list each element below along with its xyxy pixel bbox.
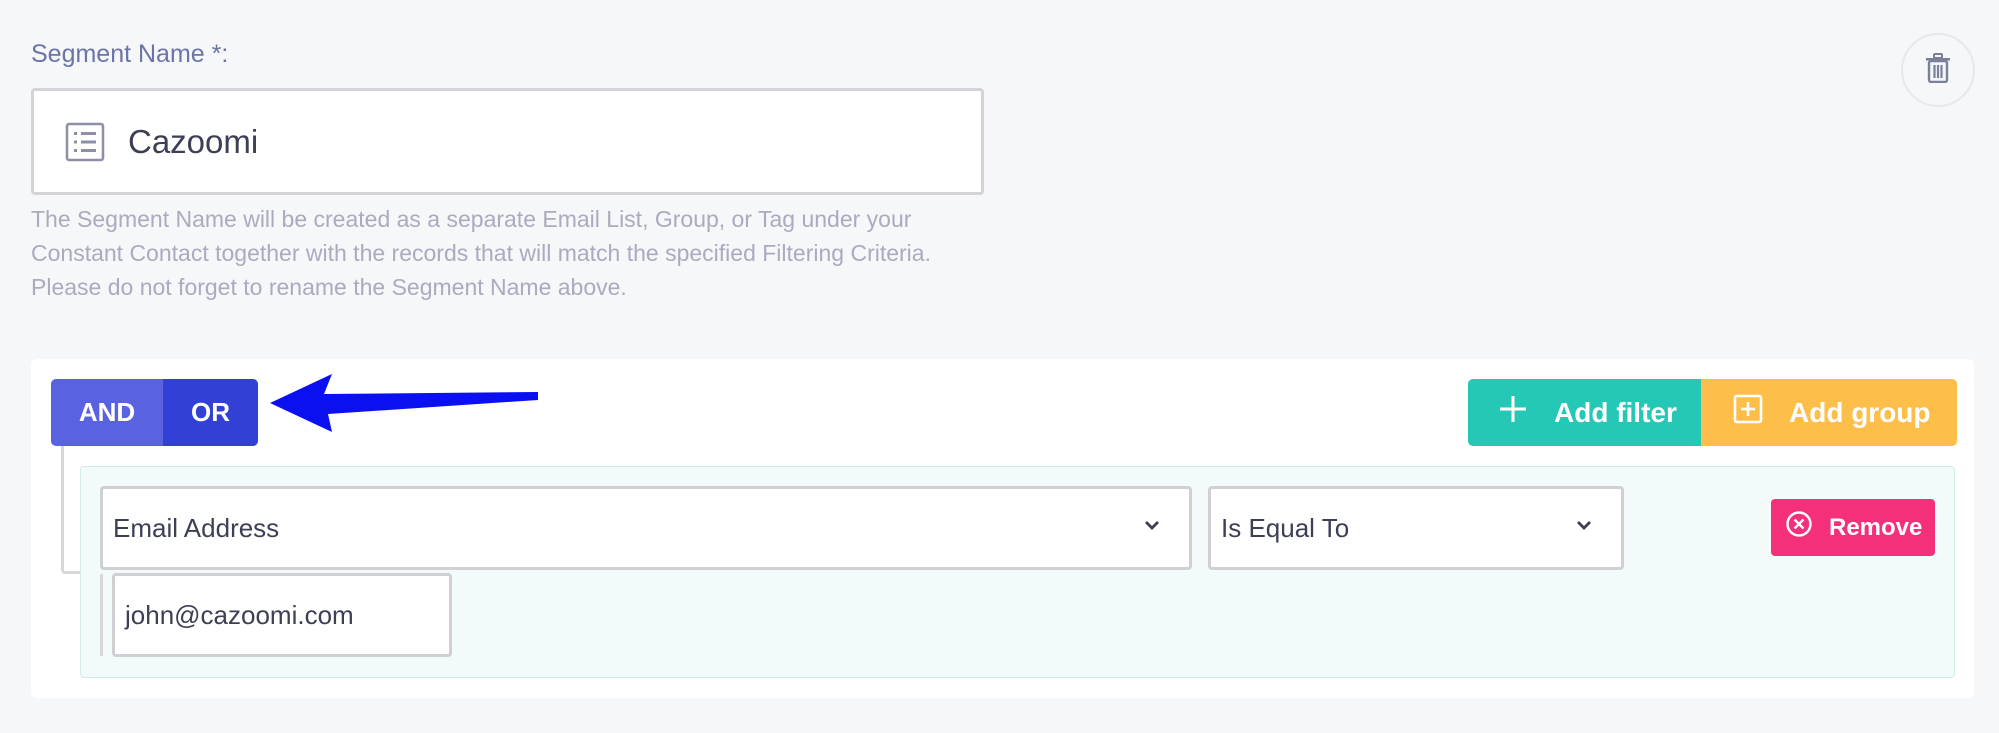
filter-actions: Add filter Add group xyxy=(1468,379,1957,446)
list-icon xyxy=(64,121,106,163)
segment-name-label: Segment Name *: xyxy=(31,40,229,68)
or-button[interactable]: OR xyxy=(163,379,258,446)
segment-editor: Segment Name *: Cazoomi The Segment Name… xyxy=(0,0,1999,733)
add-filter-button[interactable]: Add filter xyxy=(1468,379,1701,446)
field-select-value: Email Address xyxy=(113,512,280,543)
add-group-label: Add group xyxy=(1789,396,1931,428)
trash-icon xyxy=(1925,52,1951,88)
filter-value-text: john@cazoomi.com xyxy=(125,599,354,630)
delete-segment-button[interactable] xyxy=(1901,33,1975,107)
arrow-annotation xyxy=(270,374,538,432)
filter-value-input[interactable]: john@cazoomi.com xyxy=(112,573,452,657)
add-group-button[interactable]: Add group xyxy=(1701,379,1957,446)
x-circle-icon xyxy=(1785,510,1829,545)
chevron-down-icon xyxy=(1575,519,1593,531)
plus-square-icon xyxy=(1733,394,1789,431)
segment-name-input[interactable]: Cazoomi xyxy=(31,88,984,195)
remove-label: Remove xyxy=(1829,513,1923,541)
remove-filter-button[interactable]: Remove xyxy=(1771,499,1935,556)
field-select[interactable]: Email Address xyxy=(100,486,1192,570)
plus-icon xyxy=(1498,394,1554,431)
segment-name-helper-text: The Segment Name will be created as a se… xyxy=(31,206,931,300)
logic-toggle: AND OR xyxy=(51,379,258,446)
segment-name-value: Cazoomi xyxy=(128,122,259,160)
operator-select[interactable]: Is Equal To xyxy=(1208,486,1624,570)
chevron-down-icon xyxy=(1143,519,1161,531)
and-button[interactable]: AND xyxy=(51,379,163,446)
operator-select-value: Is Equal To xyxy=(1221,512,1350,543)
add-filter-label: Add filter xyxy=(1554,396,1677,428)
rule-connector-line xyxy=(100,574,103,656)
